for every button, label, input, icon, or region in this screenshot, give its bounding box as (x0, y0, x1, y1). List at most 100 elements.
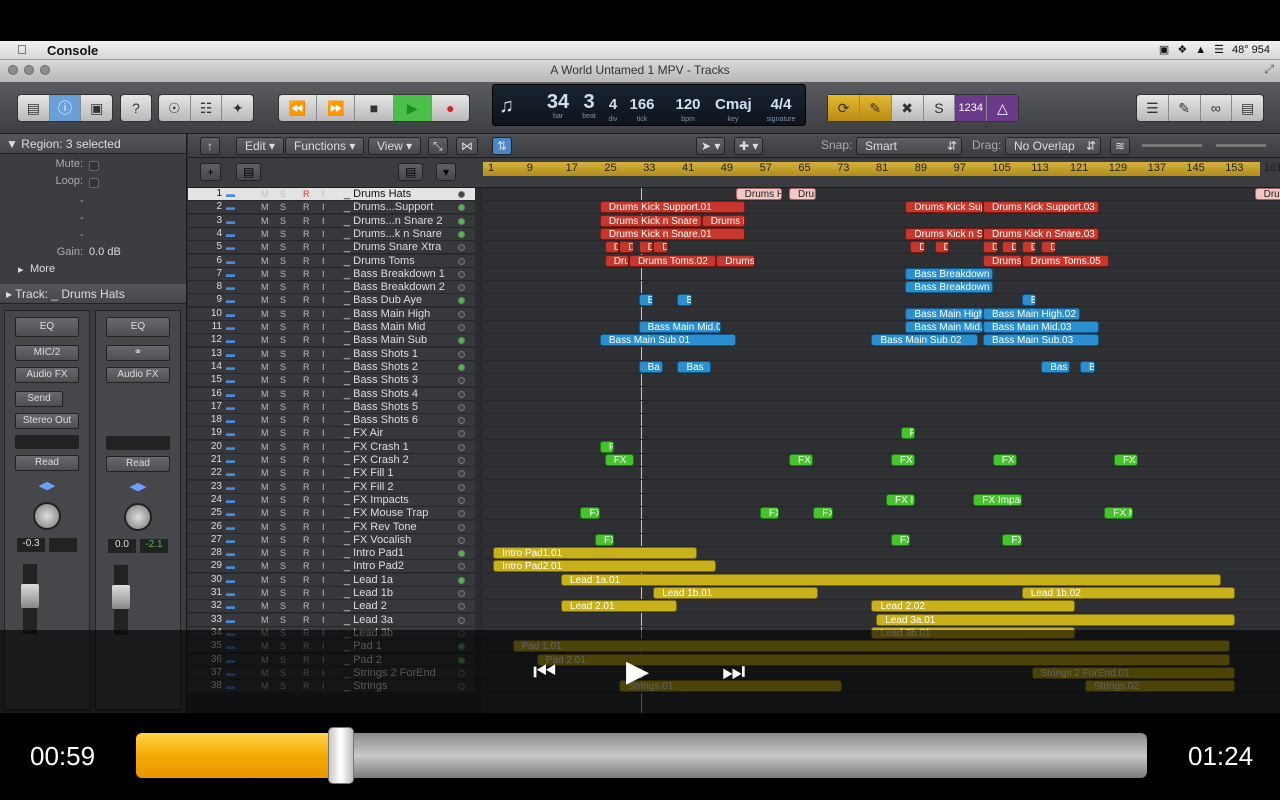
mute-button[interactable]: M (261, 482, 269, 492)
region[interactable]: Lead 2.02 (871, 600, 1076, 613)
input-monitor-button[interactable]: I (322, 256, 325, 266)
view-menu[interactable]: View ▾ (368, 137, 422, 155)
metronome-icon[interactable]: △ (987, 95, 1018, 121)
snap-select[interactable]: Smart ⇵ (856, 137, 962, 155)
input-monitor-button[interactable]: I (322, 349, 325, 359)
scrub-bar[interactable] (136, 727, 1147, 784)
track-on-icon[interactable] (458, 390, 465, 398)
region[interactable]: Bass Main Sub.03 (983, 334, 1100, 347)
ruler[interactable]: 1 9 17 25 33 41 49 57 65 73 81 89 97 105 113 121 129 137 1… (483, 162, 1280, 176)
mute-button[interactable]: M (261, 575, 269, 585)
mute-button[interactable]: M (261, 295, 269, 305)
track-name[interactable]: _ Intro Pad2 (344, 560, 404, 572)
solo-button[interactable]: S (280, 389, 286, 399)
functions-menu[interactable]: Functions ▾ (285, 137, 365, 155)
mute-button[interactable]: M (261, 588, 269, 598)
mute-button[interactable]: M (261, 269, 269, 279)
rewind-icon[interactable]: ⏪ (279, 95, 318, 121)
track-header[interactable]: 27 ▬ M S R I _ FX Vocalish (188, 533, 475, 547)
track-name[interactable]: _ FX Mouse Trap (344, 507, 428, 519)
track-header[interactable]: 11 ▬ M S R I _ Bass Main Mid (188, 321, 475, 334)
track-header[interactable]: 6 ▬ M S R I _ Drums Toms (188, 254, 475, 268)
track-on-icon[interactable] (458, 430, 465, 438)
record-enable-button[interactable]: R (303, 229, 310, 239)
input-monitor-button[interactable]: I (322, 415, 325, 425)
track-header[interactable]: 18 ▬ M S R I _ Bass Shots 6 (188, 414, 475, 428)
track-name[interactable]: _ Drums Toms (344, 255, 415, 267)
record-enable-button[interactable]: R (303, 561, 310, 571)
solo-button[interactable]: S (280, 495, 286, 505)
track-on-icon[interactable] (458, 457, 465, 464)
solo-button[interactable]: S (280, 615, 286, 625)
track-header[interactable]: 12 ▬ M S R I _ Bass Main Sub (188, 334, 475, 348)
region[interactable]: Lead 2.01 (561, 600, 678, 613)
scrub-thumb[interactable] (328, 727, 355, 784)
record-enable-button[interactable]: R (303, 522, 310, 532)
input-monitor-button[interactable]: I (322, 282, 325, 292)
track-name[interactable]: _ FX Fill 2 (344, 481, 394, 493)
fader-cap[interactable] (112, 585, 130, 609)
region[interactable]: Dr (619, 241, 634, 254)
mute-button[interactable]: M (261, 495, 269, 505)
input-monitor-button[interactable]: I (322, 601, 325, 611)
track-name[interactable]: _ Drums Snare Xtra (344, 241, 441, 253)
track-header[interactable]: 20 ▬ M S R I _ FX Crash 1 (188, 440, 475, 454)
region[interactable]: FX (759, 507, 780, 520)
mixer-icon[interactable]: ☷ (191, 95, 223, 121)
scissors-icon[interactable]: ⇅ (492, 137, 513, 155)
mute-button[interactable]: M (261, 242, 269, 252)
track-header[interactable]: 9 ▬ M S R I _ Bass Dub Aye (188, 294, 475, 308)
region[interactable]: FX (1113, 454, 1139, 466)
input-monitor-button[interactable]: I (322, 189, 325, 199)
region[interactable]: FX (580, 507, 600, 520)
loop-checkbox[interactable] (89, 178, 99, 188)
record-enable-button[interactable]: R (303, 482, 310, 492)
region[interactable]: B (677, 294, 692, 307)
input-monitor-button[interactable]: I (322, 468, 325, 478)
track-name[interactable]: _ Bass Main Sub (344, 334, 427, 346)
solo-button[interactable]: S (280, 522, 286, 532)
track-name[interactable]: _ FX Impacts (344, 494, 409, 506)
track-name[interactable]: _ Bass Main Mid (344, 321, 425, 333)
track-on-icon[interactable] (458, 377, 465, 385)
solo-button[interactable]: S (280, 482, 286, 492)
input-monitor-button[interactable]: I (322, 615, 325, 625)
track-on-icon[interactable] (458, 204, 465, 212)
region[interactable]: FX (813, 507, 833, 520)
track-on-icon[interactable] (458, 483, 465, 491)
track-on-icon[interactable] (458, 550, 465, 558)
track-name[interactable]: _ Drums...k n Snare (344, 228, 442, 240)
track-on-icon[interactable] (458, 191, 465, 198)
record-enable-button[interactable]: R (303, 202, 310, 212)
region[interactable]: Lead 1a.01 (561, 573, 1221, 586)
region[interactable]: FX (890, 533, 911, 546)
track-header[interactable]: 3 ▬ M S R I _ Drums...n Snare 2 (188, 214, 475, 228)
track-header[interactable]: 28 ▬ M S R I _ Intro Pad1 (188, 547, 475, 561)
input-monitor-button[interactable]: I (322, 402, 325, 412)
mute-button[interactable]: M (261, 442, 269, 452)
stereo-link-icon[interactable]: ◀▶ (96, 480, 180, 493)
input-monitor-button[interactable]: I (322, 269, 325, 279)
solo-button[interactable]: S (280, 428, 286, 438)
region[interactable]: FX (1002, 533, 1022, 546)
play-icon[interactable]: ▶ (626, 654, 649, 689)
track-on-icon[interactable] (458, 257, 465, 265)
region[interactable]: Bas (677, 360, 712, 373)
track-name[interactable]: _ FX Fill 1 (344, 467, 394, 479)
eq-display[interactable]: EQ (106, 317, 170, 337)
region[interactable]: Drums Kick (701, 214, 746, 227)
record-enable-button[interactable]: R (303, 349, 310, 359)
wifi-icon[interactable]: ☰ (1214, 43, 1224, 56)
mute-button[interactable]: M (261, 389, 269, 399)
record-enable-button[interactable]: R (303, 495, 310, 505)
region[interactable]: Drums Kick Support.03 (983, 201, 1100, 214)
region[interactable]: FX (595, 533, 615, 546)
track-on-icon[interactable] (458, 363, 465, 371)
solo-button[interactable]: S (280, 216, 286, 226)
track-header[interactable]: 14 ▬ M S R I _ Bass Shots 2 (188, 360, 475, 374)
region[interactable]: Drums Kick n Snare.03 (983, 227, 1100, 240)
mute-button[interactable]: M (261, 229, 269, 239)
track-header[interactable]: 16 ▬ M S R I _ Bass Shots 4 (188, 387, 475, 401)
track-name[interactable]: _ Bass Shots 5 (344, 401, 418, 413)
solo-button[interactable]: S (280, 402, 286, 412)
